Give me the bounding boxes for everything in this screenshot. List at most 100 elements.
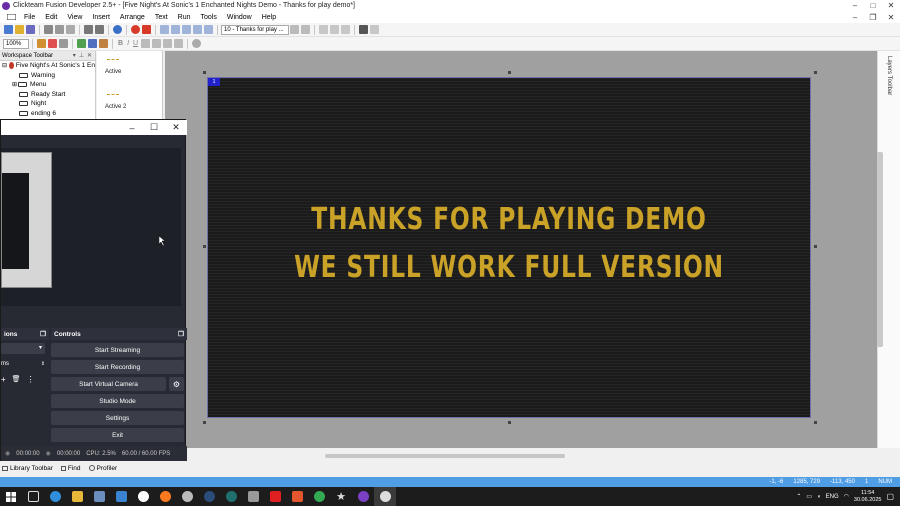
storyboard-icon[interactable] <box>160 25 169 34</box>
tree-frame-menu[interactable]: ⊞ Menu <box>0 80 95 90</box>
taskbar-firefox[interactable] <box>154 487 176 506</box>
cut-icon[interactable] <box>44 25 53 34</box>
text-color-icon[interactable] <box>174 39 184 48</box>
taskbar-edge[interactable] <box>44 487 66 506</box>
taskbar-chrome[interactable] <box>308 487 330 506</box>
menu-view[interactable]: View <box>62 14 87 21</box>
dock-float-icon[interactable]: ❐ <box>178 330 187 338</box>
properties-icon[interactable] <box>59 39 68 48</box>
frame-editor-icon[interactable] <box>171 25 180 34</box>
start-button[interactable] <box>0 487 22 506</box>
object-label[interactable]: Active 2 <box>105 104 126 110</box>
language-indicator[interactable]: ENG <box>826 494 839 500</box>
obs-maximize-button[interactable]: ☐ <box>143 120 165 135</box>
tree-frame-night[interactable]: Night <box>0 99 95 109</box>
find-tab[interactable]: Find <box>60 465 81 472</box>
obs-preview[interactable] <box>1 148 181 306</box>
data-elements-icon[interactable] <box>204 25 213 34</box>
start-virtual-camera-button[interactable]: Start Virtual Camera <box>51 377 166 391</box>
run-frame-icon[interactable] <box>142 25 151 34</box>
snap-icon[interactable] <box>330 25 339 34</box>
menu-help[interactable]: Help <box>257 14 281 21</box>
spinner-icon[interactable]: ⇕ <box>41 361 45 367</box>
taskbar-yandex[interactable] <box>132 487 154 506</box>
align-center-icon[interactable] <box>152 39 162 48</box>
selection-handle[interactable] <box>203 71 206 74</box>
italic-icon[interactable]: I <box>127 40 129 47</box>
close-icon[interactable]: ✕ <box>87 52 92 59</box>
taskbar-fusion[interactable] <box>352 487 374 506</box>
studio-mode-button[interactable]: Studio Mode <box>51 394 184 408</box>
selection-handle[interactable] <box>203 421 206 424</box>
previous-frame-icon[interactable] <box>290 25 299 34</box>
tree-frame-warning[interactable]: Warning <box>0 71 95 81</box>
stop-icon[interactable] <box>359 25 368 34</box>
align-icon[interactable] <box>88 39 97 48</box>
volume-icon[interactable]: ◖ <box>817 494 821 500</box>
taskbar-obs[interactable] <box>374 487 396 506</box>
bold-icon[interactable]: B <box>118 40 123 47</box>
zoom-select[interactable]: 100% <box>3 38 29 49</box>
obs-minimize-button[interactable]: – <box>121 120 143 135</box>
menu-text[interactable]: Text <box>150 14 173 21</box>
object-label[interactable]: Active <box>105 69 121 75</box>
source-item[interactable]: ms ⇕ <box>1 359 45 369</box>
minimize-button[interactable]: – <box>846 0 864 11</box>
taskbar-youtube[interactable] <box>264 487 286 506</box>
align-right-icon[interactable] <box>163 39 173 48</box>
frame-select[interactable]: 10 - Thanks for play ... <box>221 24 289 35</box>
taskbar-settings[interactable] <box>176 487 198 506</box>
thanks-text[interactable]: THANKS FOR PLAYING DEMO <box>274 202 744 237</box>
edit-icon[interactable] <box>37 39 46 48</box>
full-version-text[interactable]: WE STILL WORK FULL VERSION <box>274 250 744 285</box>
tree-frame-ending[interactable]: ending 6 <box>0 109 95 119</box>
menu-edit[interactable]: Edit <box>40 14 62 21</box>
pin-icon[interactable]: ⊥ <box>79 52 84 59</box>
clock[interactable]: 11:54 30.06.2025 <box>854 490 882 504</box>
chevron-up-icon[interactable]: ⌃ <box>796 493 801 500</box>
menu-tools[interactable]: Tools <box>196 14 222 21</box>
grid-icon[interactable] <box>319 25 328 34</box>
network-icon[interactable]: ▭ <box>806 493 812 500</box>
search-icon[interactable] <box>192 39 202 48</box>
menu-file[interactable]: File <box>19 14 40 21</box>
mdi-close-button[interactable]: ✕ <box>882 12 900 23</box>
add-source-button[interactable]: + <box>1 375 6 384</box>
more-options-icon[interactable]: ⋮ <box>27 375 35 384</box>
exit-button[interactable]: Exit <box>51 428 184 442</box>
start-streaming-button[interactable]: Start Streaming <box>51 343 184 357</box>
taskbar-controller[interactable] <box>242 487 264 506</box>
copy-icon[interactable] <box>55 25 64 34</box>
selection-handle[interactable] <box>508 421 511 424</box>
wifi-icon[interactable]: ◠ <box>844 493 849 500</box>
notification-icon[interactable]: ▢ <box>886 492 894 501</box>
help-icon[interactable] <box>113 25 122 34</box>
active-object-icon[interactable] <box>107 94 119 96</box>
expand-icon[interactable]: ⊞ <box>12 81 17 88</box>
selection-handle[interactable] <box>203 245 206 248</box>
library-toolbar-tab[interactable]: Library Toolbar <box>2 465 53 472</box>
underline-icon[interactable]: U <box>133 40 138 47</box>
system-menu-icon[interactable] <box>5 14 19 20</box>
zoom-options-icon[interactable] <box>341 25 350 34</box>
remove-source-icon[interactable]: 🗑 <box>12 375 21 383</box>
undo-icon[interactable] <box>84 25 93 34</box>
taskbar-steam[interactable] <box>198 487 220 506</box>
taskbar-store[interactable] <box>110 487 132 506</box>
new-icon[interactable] <box>4 25 13 34</box>
menu-arrange[interactable]: Arrange <box>115 14 150 21</box>
mdi-restore-button[interactable]: ❐ <box>864 12 882 23</box>
order-icon[interactable] <box>99 39 108 48</box>
align-left-icon[interactable] <box>141 39 151 48</box>
horizontal-scroll-thumb[interactable] <box>325 454 565 458</box>
mdi-minimize-button[interactable]: – <box>846 12 864 23</box>
frame-canvas[interactable]: 1 THANKS FOR PLAYING DEMO WE STILL WORK … <box>207 77 811 418</box>
dock-float-icon[interactable]: ❐ <box>40 330 49 338</box>
layers-toolbar-title[interactable]: Layers Toolbar <box>886 56 892 95</box>
profiler-tab[interactable]: Profiler <box>88 465 117 472</box>
event-editor-icon[interactable] <box>182 25 191 34</box>
settings-button[interactable]: Settings <box>51 411 184 425</box>
collapse-icon[interactable]: ⊟ <box>2 62 7 69</box>
dropdown-icon[interactable]: ▾ <box>73 52 76 59</box>
selection-handle[interactable] <box>814 421 817 424</box>
